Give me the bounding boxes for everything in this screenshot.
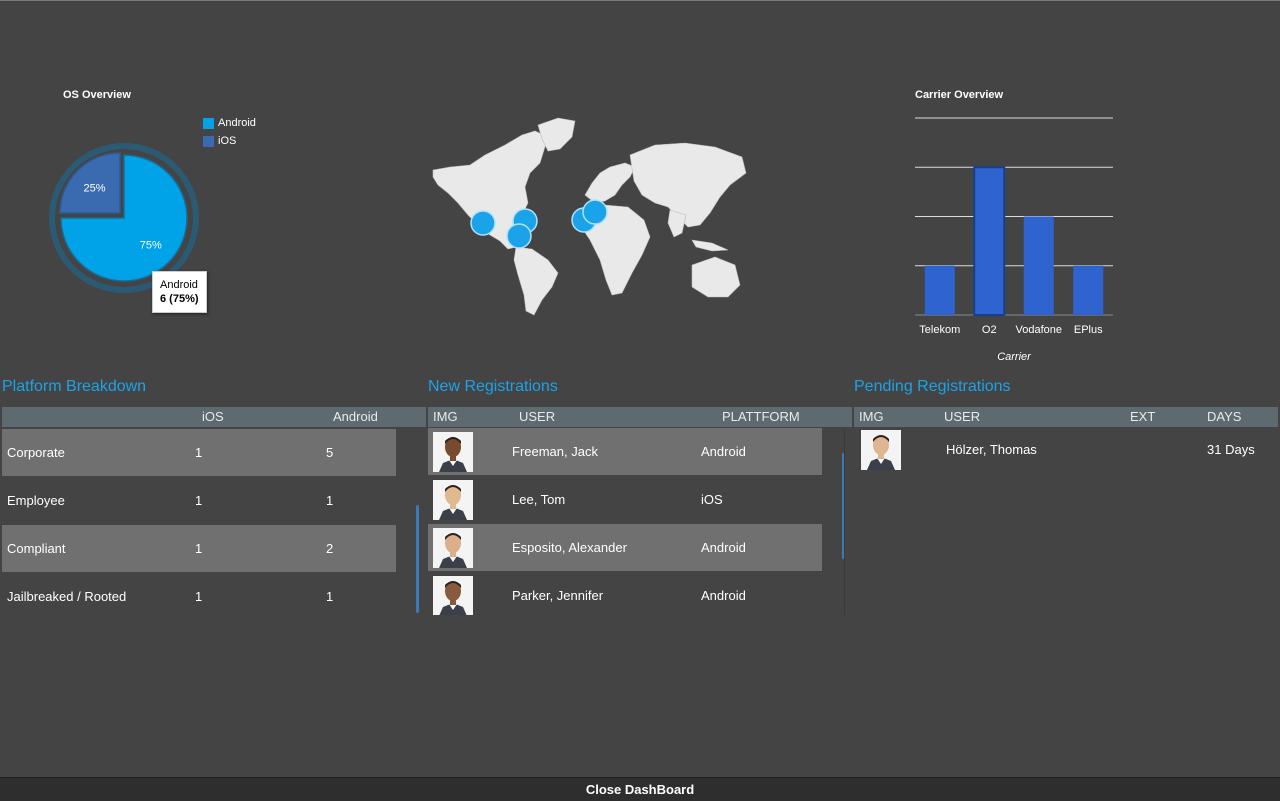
new-reg-header-img[interactable]: IMG xyxy=(433,409,458,424)
map-marker-us-south xyxy=(506,223,532,249)
platform-row-ios: 1 xyxy=(195,541,203,556)
avatar xyxy=(433,576,473,615)
pie-label-android: 75% xyxy=(140,240,162,252)
pending-table-header: IMG USER EXT DAYS xyxy=(854,407,1278,427)
platform-row-corporate[interactable]: Corporate 1 5 xyxy=(2,429,396,476)
bar-o2 xyxy=(973,166,1006,316)
top-border xyxy=(0,0,1280,1)
platform-row-label: Employee xyxy=(7,493,65,508)
bar-tick-label: Vodafone xyxy=(1016,324,1063,336)
bar-eplus xyxy=(1073,265,1104,315)
new-reg-user: Esposito, Alexander xyxy=(512,540,627,555)
divider xyxy=(844,428,845,615)
map-asia xyxy=(629,142,747,228)
platform-row-android: 2 xyxy=(326,541,334,556)
platform-header-ios[interactable]: iOS xyxy=(202,409,224,424)
new-reg-platform: Android xyxy=(701,588,746,603)
carrier-bar-chart[interactable]: Telekom O2 Vodafone EPlus Carrier xyxy=(900,110,1130,370)
new-reg-row[interactable]: Esposito, Alexander Android xyxy=(428,524,822,571)
bar-vodafone xyxy=(1023,216,1054,315)
avatar xyxy=(433,528,473,568)
pending-days: 31 Days xyxy=(1207,442,1255,457)
avatar xyxy=(433,432,473,472)
avatar xyxy=(433,480,473,520)
platform-row-android: 1 xyxy=(326,589,334,604)
pending-registrations-title: Pending Registrations xyxy=(854,378,1011,395)
new-reg-table-header: IMG USER PLATTFORM xyxy=(428,407,852,427)
tooltip-label: Android xyxy=(160,279,198,291)
pie-tooltip: Android 6 (75%) xyxy=(152,271,207,313)
platform-row-android: 5 xyxy=(326,445,334,460)
new-reg-user: Lee, Tom xyxy=(512,492,566,507)
new-reg-user: Freeman, Jack xyxy=(512,444,598,459)
platform-row-ios: 1 xyxy=(195,445,203,460)
platform-breakdown-title: Platform Breakdown xyxy=(2,378,147,395)
platform-row-compliant[interactable]: Compliant 1 2 xyxy=(2,525,396,572)
legend-android-label[interactable]: Android xyxy=(218,117,256,129)
new-reg-row[interactable]: Parker, Jennifer Android xyxy=(428,572,822,615)
new-reg-platform: Android xyxy=(701,444,746,459)
pending-header-img[interactable]: IMG xyxy=(859,409,884,424)
new-reg-header-platform[interactable]: PLATTFORM xyxy=(722,409,800,424)
new-reg-row[interactable]: Lee, Tom iOS xyxy=(428,476,822,523)
bar-x-axis-label: Carrier xyxy=(997,351,1032,363)
pending-row[interactable]: Hölzer, Thomas 31 Days xyxy=(854,428,1278,475)
new-registrations-title: New Registrations xyxy=(428,378,558,395)
carrier-overview-title: Carrier Overview xyxy=(915,89,1004,101)
pie-label-ios: 25% xyxy=(84,183,106,195)
platform-table-header: iOS Android xyxy=(2,407,426,427)
close-dashboard-button[interactable]: Close DashBoard xyxy=(0,778,1280,801)
bar-tick-label: O2 xyxy=(982,324,997,336)
new-reg-platform: Android xyxy=(701,540,746,555)
platform-row-ios: 1 xyxy=(195,493,203,508)
os-overview-title: OS Overview xyxy=(63,89,131,101)
platform-row-label: Corporate xyxy=(7,445,65,460)
legend-ios-label[interactable]: iOS xyxy=(218,135,236,147)
footer-bar: Close DashBoard xyxy=(0,777,1280,801)
platform-row-label: Jailbreaked / Rooted xyxy=(7,589,127,604)
platform-scrollbar[interactable] xyxy=(416,505,419,613)
new-reg-platform: iOS xyxy=(701,492,723,507)
pending-header-user[interactable]: USER xyxy=(944,409,980,424)
map-marker-us-west xyxy=(470,210,496,236)
map-marker-europe-central xyxy=(582,199,608,225)
platform-row-label: Compliant xyxy=(7,541,66,556)
new-reg-user: Parker, Jennifer xyxy=(512,588,604,603)
bar-tick-label: EPlus xyxy=(1074,324,1103,336)
platform-row-jailbreaked[interactable]: Jailbreaked / Rooted 1 1 xyxy=(2,573,396,620)
avatar xyxy=(861,430,901,470)
world-map xyxy=(432,117,747,316)
bar-tick-label: Telekom xyxy=(919,324,960,336)
map-south-america xyxy=(513,246,559,316)
new-reg-header-user[interactable]: USER xyxy=(519,409,555,424)
pending-user: Hölzer, Thomas xyxy=(946,442,1037,457)
map-indonesia xyxy=(691,239,729,252)
tooltip-value: 6 (75%) xyxy=(160,293,199,305)
bar-telekom xyxy=(924,265,955,315)
new-reg-row[interactable]: Freeman, Jack Android xyxy=(428,428,822,475)
platform-row-ios: 1 xyxy=(195,589,203,604)
map-india xyxy=(667,209,687,238)
platform-row-employee[interactable]: Employee 1 1 xyxy=(2,477,396,524)
pending-header-days[interactable]: DAYS xyxy=(1207,409,1241,424)
platform-header-android[interactable]: Android xyxy=(333,409,378,424)
legend-android-swatch xyxy=(203,118,214,129)
platform-row-android: 1 xyxy=(326,493,334,508)
map-australia xyxy=(691,256,741,298)
map-europe xyxy=(584,162,636,204)
pending-header-ext[interactable]: EXT xyxy=(1130,409,1155,424)
